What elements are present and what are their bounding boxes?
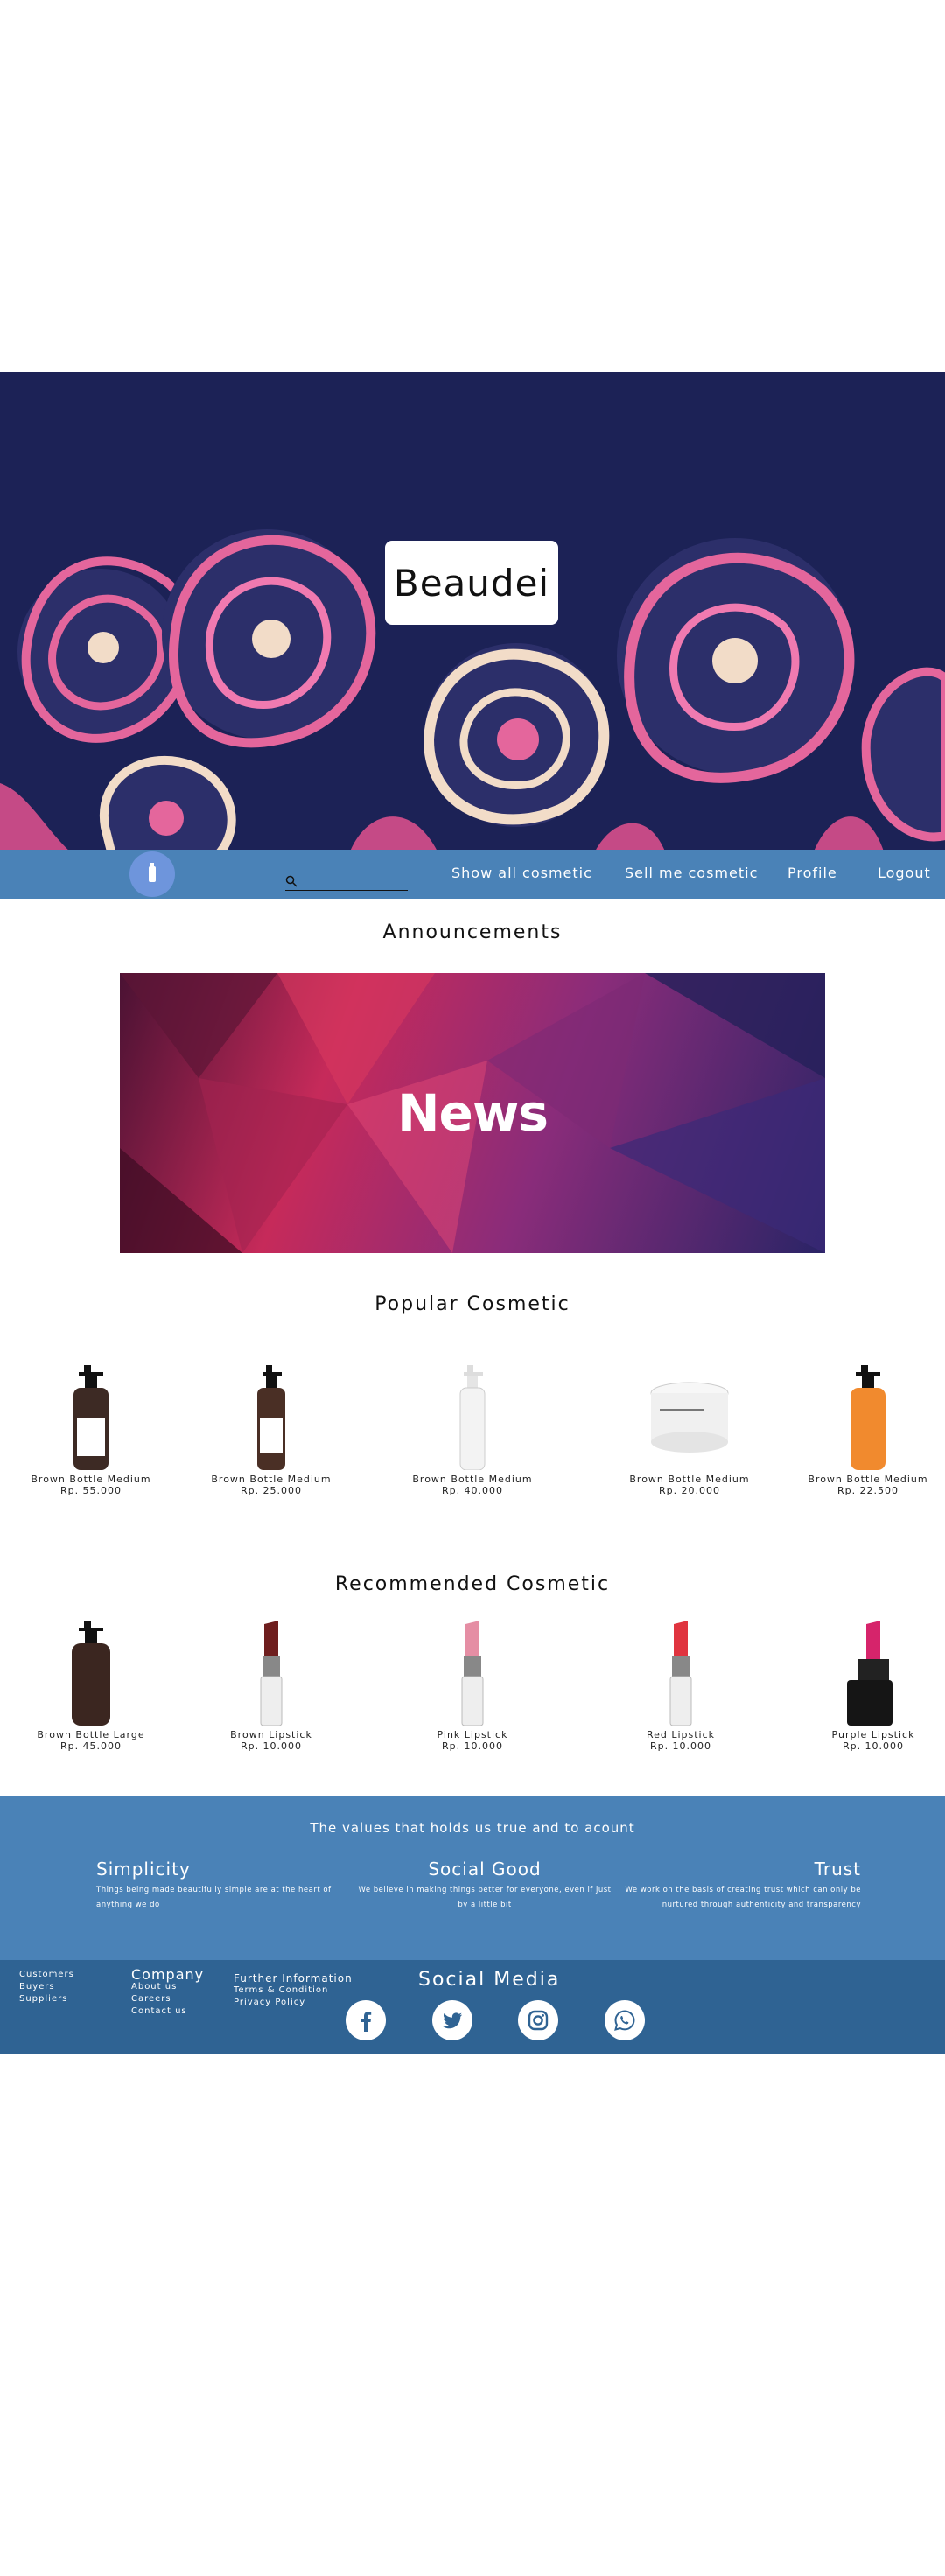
- brand-logo-icon[interactable]: [130, 851, 175, 897]
- value-simplicity: Simplicity Things being made beautifully…: [96, 1858, 359, 1913]
- footer-company-heading: Company: [131, 1966, 205, 1983]
- lipstick-red-icon: [669, 1620, 692, 1726]
- product-price: Rp. 22.500: [836, 1485, 900, 1496]
- value-heading: Social Good: [428, 1858, 542, 1880]
- white-cream-jar-icon: [650, 1382, 729, 1452]
- footer-link-terms[interactable]: Terms & Condition: [234, 1984, 353, 1997]
- footer-link-privacy[interactable]: Privacy Policy: [234, 1997, 353, 2009]
- popular-product-card[interactable]: Brown Bottle Medium Rp. 55.000: [4, 1365, 178, 1496]
- recommended-title: Recommended Cosmetic: [334, 1573, 611, 1595]
- recommended-product-card[interactable]: Purple Lipstick Rp. 10.000: [786, 1620, 945, 1752]
- announcements-title: Announcements: [382, 921, 563, 943]
- footer-link-suppliers[interactable]: Suppliers: [19, 1993, 74, 2006]
- whatsapp-icon[interactable]: [605, 2000, 645, 2040]
- orange-pump-bottle-icon: [850, 1365, 886, 1470]
- facebook-icon[interactable]: [346, 2000, 386, 2040]
- popular-product-card[interactable]: Brown Bottle Medium Rp. 20.000: [602, 1365, 777, 1496]
- product-name: Brown Bottle Medium: [629, 1474, 750, 1485]
- product-price: Rp. 20.000: [658, 1485, 721, 1496]
- nav-show-all-cosmetic[interactable]: Show all cosmetic: [452, 864, 592, 881]
- brand-title: Beaudei: [393, 561, 550, 605]
- product-price: Rp. 10.000: [240, 1740, 303, 1752]
- white-pump-bottle-icon: [459, 1365, 486, 1471]
- instagram-icon[interactable]: [518, 2000, 558, 2040]
- product-price: Rp. 10.000: [649, 1740, 712, 1752]
- product-name: Brown Bottle Medium: [808, 1474, 928, 1485]
- product-name: Purple Lipstick: [831, 1729, 915, 1740]
- footer-further-heading: Further Information: [234, 1972, 353, 1984]
- lipstick-purple-icon: [847, 1620, 892, 1726]
- search-field[interactable]: [285, 875, 408, 891]
- value-heading: Trust: [814, 1858, 861, 1880]
- popular-product-card[interactable]: Brown Bottle Medium Rp. 40.000: [385, 1365, 560, 1496]
- recommended-product-card[interactable]: Brown Lipstick Rp. 10.000: [184, 1620, 359, 1752]
- value-text: We believe in making things better for e…: [358, 1886, 612, 1909]
- nav-logout[interactable]: Logout: [878, 864, 931, 881]
- recommended-product-card[interactable]: Red Lipstick Rp. 10.000: [593, 1620, 768, 1752]
- value-text: Things being made beautifully simple are…: [96, 1886, 332, 1909]
- product-price: Rp. 45.000: [60, 1740, 122, 1752]
- value-social-good: Social Good We believe in making things …: [354, 1858, 616, 1913]
- news-banner-text: News: [397, 1083, 549, 1143]
- value-heading: Simplicity: [96, 1858, 191, 1880]
- brown-pump-bottle-icon: [74, 1365, 108, 1470]
- nav-sell-me-cosmetic[interactable]: Sell me cosmetic: [625, 864, 758, 881]
- lipstick-pink-icon: [461, 1620, 484, 1726]
- recommended-product-card[interactable]: Pink Lipstick Rp. 10.000: [385, 1620, 560, 1752]
- values-section: The values that holds us true and to aco…: [0, 1796, 945, 1960]
- navbar: Show all cosmetic Sell me cosmetic Profi…: [0, 850, 945, 899]
- values-title: The values that holds us true and to aco…: [310, 1820, 635, 1836]
- nav-profile[interactable]: Profile: [788, 864, 837, 881]
- product-price: Rp. 25.000: [240, 1485, 303, 1496]
- footer-link-about[interactable]: About us: [131, 1981, 204, 1993]
- dark-pump-bottle-icon: [72, 1620, 110, 1726]
- value-text: We work on the basis of creating trust w…: [625, 1886, 861, 1909]
- footer-further: Further Information Terms & Condition Pr…: [234, 1972, 353, 2009]
- product-name: Brown Bottle Large: [37, 1729, 145, 1740]
- social-media-title: Social Media: [418, 1969, 561, 1991]
- twitter-icon[interactable]: [432, 2000, 472, 2040]
- search-icon: [285, 875, 298, 887]
- popular-product-card[interactable]: Brown Bottle Medium Rp. 25.000: [184, 1365, 359, 1496]
- popular-title: Popular Cosmetic: [374, 1293, 570, 1315]
- product-price: Rp. 55.000: [60, 1485, 122, 1496]
- product-name: Brown Bottle Medium: [31, 1474, 151, 1485]
- value-trust: Trust We work on the basis of creating t…: [598, 1858, 861, 1913]
- footer-link-contact[interactable]: Contact us: [131, 2006, 204, 2018]
- product-name: Brown Bottle Medium: [412, 1474, 533, 1485]
- product-price: Rp. 10.000: [441, 1740, 504, 1752]
- popular-product-card[interactable]: Brown Bottle Medium Rp. 22.500: [780, 1365, 945, 1496]
- footer-link-careers[interactable]: Careers: [131, 1993, 204, 2006]
- brown-pump-bottle-icon: [257, 1365, 285, 1470]
- brand-title-box: Beaudei: [385, 541, 558, 625]
- product-price: Rp. 40.000: [441, 1485, 504, 1496]
- footer-audience: Customers Buyers Suppliers: [19, 1969, 74, 2006]
- product-name: Brown Bottle Medium: [211, 1474, 332, 1485]
- news-banner[interactable]: News: [120, 973, 825, 1253]
- product-name: Red Lipstick: [646, 1729, 716, 1740]
- lipstick-brown-icon: [260, 1620, 283, 1726]
- hero-banner: Beaudei: [0, 372, 945, 851]
- product-name: Brown Lipstick: [230, 1729, 312, 1740]
- product-price: Rp. 10.000: [842, 1740, 905, 1752]
- recommended-product-card[interactable]: Brown Bottle Large Rp. 45.000: [4, 1620, 178, 1752]
- product-name: Pink Lipstick: [437, 1729, 508, 1740]
- footer-link-customers[interactable]: Customers: [19, 1969, 74, 1981]
- footer-link-buyers[interactable]: Buyers: [19, 1981, 74, 1993]
- footer-company: Company About us Careers Contact us: [131, 1966, 205, 2018]
- footer: Customers Buyers Suppliers Company About…: [0, 1960, 945, 2054]
